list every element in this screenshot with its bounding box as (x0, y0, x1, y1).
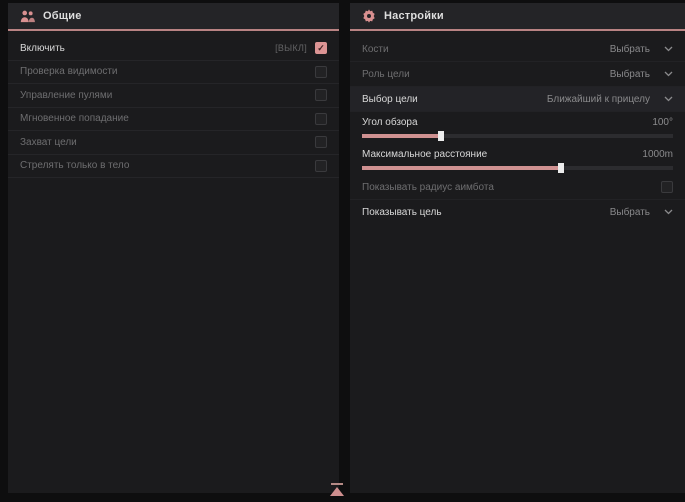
toggle-row-enable[interactable]: Включить [ВЫКЛ] (8, 37, 339, 61)
toggle-row-instant-hit[interactable]: Мгновенное попадание (8, 108, 339, 132)
slider-fill (362, 134, 441, 138)
panel-title: Настройки (384, 10, 444, 22)
toggle-row-visibility-check[interactable]: Проверка видимости (8, 61, 339, 85)
panel-title: Общие (43, 10, 82, 22)
select-label: Показывать цель (362, 207, 442, 218)
toggle-label: Захват цели (20, 137, 77, 148)
dropdown-value: Выбрать (610, 44, 650, 55)
users-icon (20, 10, 35, 23)
slider-thumb[interactable] (558, 163, 564, 173)
chevron-down-icon (664, 46, 673, 52)
slider-thumb[interactable] (438, 131, 444, 141)
select-label: Выбор цели (362, 94, 418, 105)
toggle-row-body-only[interactable]: Стрелять только в тело (8, 155, 339, 179)
toggle-label: Управление пулями (20, 90, 112, 101)
slider-row-max-distance: Максимальное расстояние 1000m (350, 144, 685, 176)
general-panel-header[interactable]: Общие (8, 3, 339, 29)
slider-fill (362, 166, 561, 170)
chevron-down-icon (664, 96, 673, 102)
fov-slider[interactable] (362, 134, 673, 138)
toggle-label: Мгновенное попадание (20, 113, 129, 124)
toggle-label: Показывать радиус аимбота (362, 182, 494, 193)
settings-panel-body: Кости Выбрать Роль цели Выбрать (350, 31, 685, 493)
checkbox[interactable] (315, 136, 327, 148)
chevron-down-icon (664, 209, 673, 215)
select-row-show-target: Показывать цель Выбрать (350, 200, 685, 225)
checkbox[interactable] (315, 160, 327, 172)
slider-value: 1000m (642, 149, 673, 160)
game-overlay: Общие Включить [ВЫКЛ] Проверка видимости… (0, 0, 685, 502)
chevron-down-icon (664, 71, 673, 77)
dropdown-value: Выбрать (610, 207, 650, 218)
checkbox[interactable] (315, 42, 327, 54)
checkbox[interactable] (661, 181, 673, 193)
general-panel-body: Включить [ВЫКЛ] Проверка видимости Управ… (8, 31, 339, 493)
target-selection-dropdown[interactable]: Ближайший к прицелу (547, 94, 673, 105)
checkbox[interactable] (315, 89, 327, 101)
gear-icon (362, 9, 376, 23)
toggle-row-bullet-control[interactable]: Управление пулями (8, 84, 339, 108)
show-target-dropdown[interactable]: Выбрать (610, 207, 673, 218)
settings-panel-header[interactable]: Настройки (350, 3, 685, 29)
checkbox[interactable] (315, 66, 327, 78)
select-label: Роль цели (362, 69, 410, 80)
toggle-row-show-aimbot-radius[interactable]: Показывать радиус аимбота (350, 176, 685, 200)
select-row-target-selection: Выбор цели Ближайший к прицелу (350, 87, 685, 112)
dropdown-value: Ближайший к прицелу (547, 94, 650, 105)
pointer-bar (331, 483, 343, 485)
toggle-label: Включить (20, 43, 65, 54)
keybind-label[interactable]: [ВЫКЛ] (275, 43, 307, 53)
toggle-label: Стрелять только в тело (20, 160, 129, 171)
slider-row-fov: Угол обзора 100° (350, 112, 685, 144)
select-label: Кости (362, 44, 389, 55)
checkbox[interactable] (315, 113, 327, 125)
settings-panel: Настройки Кости Выбрать Роль цели Выбрат… (350, 3, 685, 493)
toggle-row-target-lock[interactable]: Захват цели (8, 131, 339, 155)
dropdown-value: Выбрать (610, 69, 650, 80)
toggle-label: Проверка видимости (20, 66, 118, 77)
max-distance-slider[interactable] (362, 166, 673, 170)
slider-label: Угол обзора (362, 117, 418, 128)
general-panel: Общие Включить [ВЫКЛ] Проверка видимости… (8, 3, 339, 493)
select-row-target-role: Роль цели Выбрать (350, 62, 685, 87)
select-row-bones: Кости Выбрать (350, 37, 685, 62)
target-role-dropdown[interactable]: Выбрать (610, 69, 673, 80)
slider-label: Максимальное расстояние (362, 149, 487, 160)
bones-dropdown[interactable]: Выбрать (610, 44, 673, 55)
slider-value: 100° (652, 117, 673, 128)
pointer-triangle (330, 487, 344, 496)
